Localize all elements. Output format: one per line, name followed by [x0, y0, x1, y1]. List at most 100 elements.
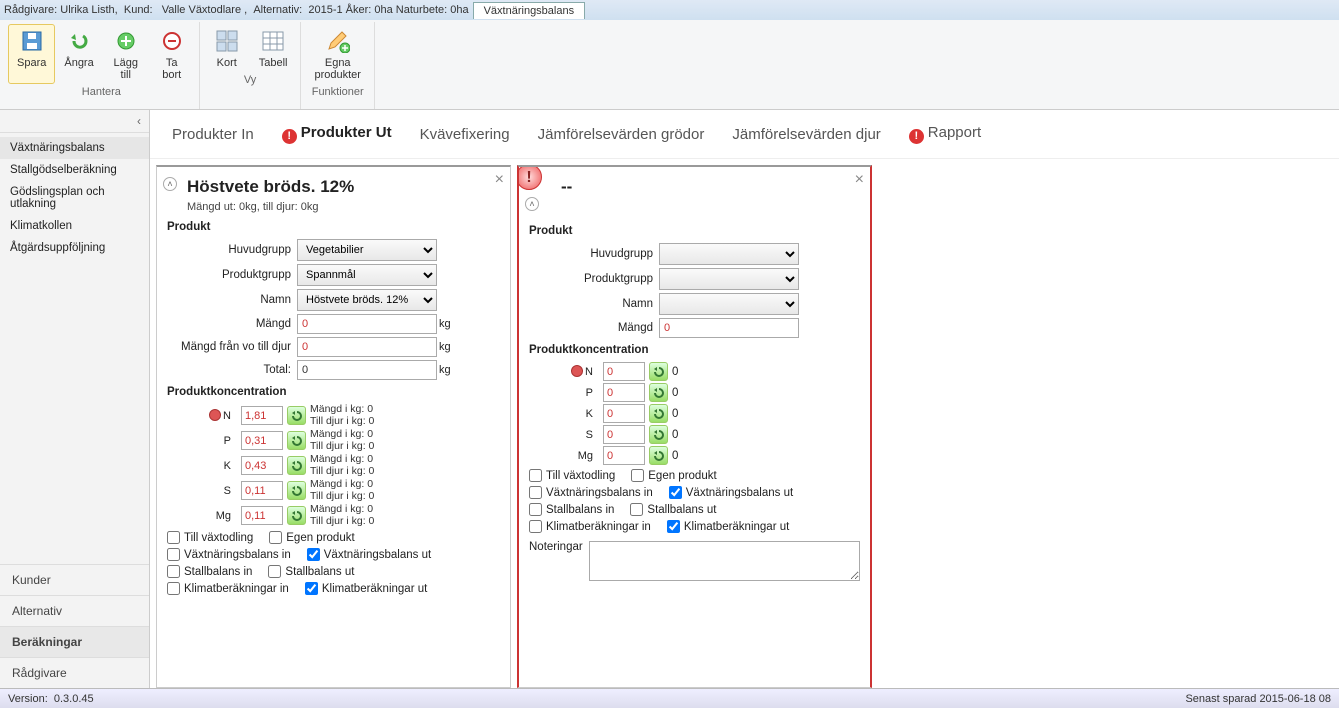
reset-icon[interactable]	[287, 456, 306, 475]
chk-klut[interactable]: Klimatberäkningar ut	[667, 520, 789, 533]
conc-s-input[interactable]	[603, 425, 645, 444]
warning-icon: !	[517, 165, 542, 190]
table-view-button[interactable]: Tabell	[250, 24, 297, 72]
panel-title: Höstvete bröds. 12%	[187, 177, 500, 197]
group-label: Hantera	[82, 84, 121, 102]
unit-label: kg	[439, 341, 451, 353]
alt-value: 2015-1 Åker: 0ha Naturbete: 0ha	[308, 4, 468, 16]
remove-button[interactable]: Ta bort	[149, 24, 195, 84]
group-label: Funktioner	[312, 84, 364, 102]
undo-icon	[65, 27, 93, 55]
sidebar-bottom-radgivare[interactable]: Rådgivare	[0, 657, 149, 688]
reset-icon[interactable]	[649, 383, 668, 402]
sidebar-bottom-alternativ[interactable]: Alternativ	[0, 595, 149, 626]
sidebar-item-godslings[interactable]: Gödslingsplan och utlakning	[0, 181, 149, 215]
huvudgrupp-select[interactable]	[659, 243, 799, 265]
chk-stut[interactable]: Stallbalans ut	[630, 503, 716, 516]
reset-icon[interactable]	[649, 446, 668, 465]
concentration-grid: N0 P0 K0 S0 Mg0	[529, 362, 860, 465]
concentration-grid: NMängd i kg: 0Till djur i kg: 0 PMängd i…	[167, 404, 500, 527]
ribbon-group-vy: Kort Tabell Vy	[200, 22, 302, 109]
add-button[interactable]: Lägg till	[103, 24, 149, 84]
own-products-button[interactable]: Egna produkter	[305, 24, 369, 84]
conc-k-input[interactable]	[603, 404, 645, 423]
close-icon[interactable]: ×	[495, 171, 504, 189]
reset-icon[interactable]	[287, 406, 306, 425]
chk-stin[interactable]: Stallbalans in	[167, 565, 252, 578]
title-bar: Rådgivare: Ulrika Listh, Kund: Valle Väx…	[0, 0, 1339, 20]
chk-stin[interactable]: Stallbalans in	[529, 503, 614, 516]
sidebar-bottom-kunder[interactable]: Kunder	[0, 564, 149, 595]
save-button[interactable]: Spara	[8, 24, 55, 84]
huvudgrupp-select[interactable]: Vegetabilier	[297, 239, 437, 261]
collapse-icon[interactable]: ˄	[525, 197, 539, 211]
save-icon	[18, 27, 46, 55]
sidebar-item-vaxtnaringsbalans[interactable]: Växtnäringsbalans	[0, 137, 149, 159]
main-tabs: Produkter In !Produkter Ut Kvävefixering…	[150, 110, 1339, 159]
chk-klut[interactable]: Klimatberäkningar ut	[305, 582, 427, 595]
conc-p-input[interactable]	[603, 383, 645, 402]
nutrient-icon	[571, 365, 583, 377]
mangd-input[interactable]	[659, 318, 799, 338]
conc-s-input[interactable]	[241, 481, 283, 500]
panel-subtitle: Mängd ut: 0kg, till djur: 0kg	[187, 201, 500, 213]
chk-stut[interactable]: Stallbalans ut	[268, 565, 354, 578]
tab-rapport[interactable]: !Rapport	[909, 124, 981, 144]
chk-egen[interactable]: Egen produkt	[631, 469, 716, 482]
chk-nbin[interactable]: Växtnäringsbalans in	[167, 548, 291, 561]
namn-select[interactable]: Höstvete bröds. 12%	[297, 289, 437, 311]
reset-icon[interactable]	[287, 506, 306, 525]
namn-select[interactable]	[659, 293, 799, 315]
conc-mg-input[interactable]	[603, 446, 645, 465]
tab-produkter-ut[interactable]: !Produkter Ut	[282, 124, 392, 144]
chk-tillvaxt[interactable]: Till växtodling	[167, 531, 253, 544]
conc-mg-input[interactable]	[241, 506, 283, 525]
tab-kvavefixering[interactable]: Kvävefixering	[420, 126, 510, 143]
tab-produkter-in[interactable]: Produkter In	[172, 126, 254, 143]
sidebar-bottom-berakningar[interactable]: Beräkningar	[0, 626, 149, 657]
tab-jamf-djur[interactable]: Jämförelsevärden djur	[732, 126, 880, 143]
sidebar-item-klimat[interactable]: Klimatkollen	[0, 215, 149, 237]
sidebar-nav: Växtnäringsbalans Stallgödselberäkning G…	[0, 133, 149, 263]
nutrient-label: P	[167, 435, 237, 447]
conc-p-input[interactable]	[241, 431, 283, 450]
minus-icon	[158, 27, 186, 55]
conc-n-input[interactable]	[603, 362, 645, 381]
unit-label: kg	[439, 318, 451, 330]
chk-klin[interactable]: Klimatberäkningar in	[529, 520, 651, 533]
produktgrupp-select[interactable]	[659, 268, 799, 290]
undo-button[interactable]: Ångra	[55, 24, 102, 84]
chk-klin[interactable]: Klimatberäkningar in	[167, 582, 289, 595]
reset-icon[interactable]	[287, 431, 306, 450]
close-icon[interactable]: ×	[855, 171, 864, 189]
chk-tillvaxt[interactable]: Till växtodling	[529, 469, 615, 482]
huvudgrupp-label: Huvudgrupp	[167, 244, 297, 256]
chk-egen[interactable]: Egen produkt	[269, 531, 354, 544]
sidebar-item-stallgodsel[interactable]: Stallgödselberäkning	[0, 159, 149, 181]
collapse-icon[interactable]: ˄	[163, 177, 177, 191]
chk-nbut[interactable]: Växtnäringsbalans ut	[307, 548, 431, 561]
reset-icon[interactable]	[649, 404, 668, 423]
tab-jamf-grodor[interactable]: Jämförelsevärden grödor	[538, 126, 705, 143]
customer-label: Kund:	[124, 4, 153, 16]
noter-input[interactable]	[589, 541, 860, 581]
chk-nbin[interactable]: Växtnäringsbalans in	[529, 486, 653, 499]
reset-icon[interactable]	[649, 362, 668, 381]
chk-nbut[interactable]: Växtnäringsbalans ut	[669, 486, 793, 499]
produktgrupp-label: Produktgrupp	[529, 273, 659, 285]
conc-n-input[interactable]	[241, 406, 283, 425]
reset-icon[interactable]	[287, 481, 306, 500]
mvo-input[interactable]	[297, 337, 437, 357]
section-label: Produkt	[167, 221, 500, 233]
produktgrupp-select[interactable]: Spannmål	[297, 264, 437, 286]
ribbon-group-funktioner: Egna produkter Funktioner	[301, 22, 374, 109]
reset-icon[interactable]	[649, 425, 668, 444]
sidebar-item-atgard[interactable]: Åtgärdsuppföljning	[0, 237, 149, 259]
mangd-input[interactable]	[297, 314, 437, 334]
version-label: Version:	[8, 693, 48, 705]
window-tab[interactable]: Växtnäringsbalans	[473, 2, 586, 19]
sidebar-collapse[interactable]: ‹	[0, 110, 149, 133]
card-view-button[interactable]: Kort	[204, 24, 250, 72]
conc-k-input[interactable]	[241, 456, 283, 475]
conc-info: Mängd i kg: 0Till djur i kg: 0	[310, 504, 374, 527]
